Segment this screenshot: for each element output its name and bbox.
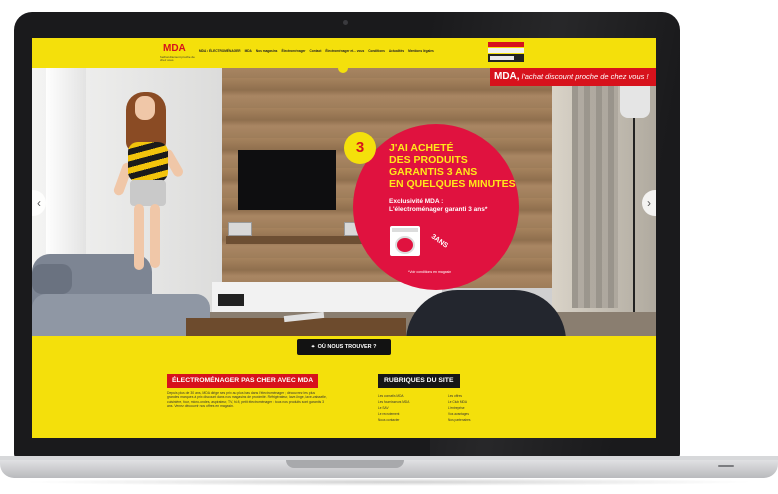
hero-photo-curtain-right [572,68,618,308]
girl-leg [150,204,160,268]
mda-logo[interactable]: MDA [163,42,193,56]
girl-skirt [130,180,166,206]
site-section-link[interactable]: Le SAV [378,406,448,410]
site-sections-links: Les conseils MDA Les offres Les fourniss… [378,394,518,422]
slogan-text: l'achat discount proche de chez vous ! [519,72,649,81]
logo-tagline: l'achat discount proche de chez vous [160,55,195,62]
tv [238,150,336,210]
tv-console [212,282,442,312]
site-section-link[interactable]: Nous contacter [378,418,448,422]
main-nav: MDA • ÉLECTROMÉNAGER MDA Nos magasins Él… [199,49,434,53]
girl-leg [134,204,144,270]
section-body-text: Depuis plus de 30 ans, MDA dirige ses pr… [167,391,327,409]
store-link[interactable] [488,48,524,53]
sofa-seat [32,294,210,336]
nav-item[interactable]: Conditions [368,49,385,53]
tv-shelf [226,236,366,244]
nav-item[interactable]: Électroménager [281,49,305,53]
washing-machine-door [395,236,415,254]
promo-number: 3 [344,132,376,164]
header-account-widget[interactable] [488,42,524,64]
hero-photo-curtain [46,68,86,268]
speaker [228,222,252,236]
nav-item[interactable]: MDA • ÉLECTROMÉNAGER [199,49,241,53]
site-section-link[interactable]: Les conseils MDA [378,394,448,398]
slogan-brand: MDA, [494,71,520,82]
nav-item[interactable]: Électroménager et... vous [325,49,364,53]
slogan-banner: MDA, l'achat discount proche de chez vou… [490,68,656,86]
hero-slider: ‹ › [32,68,656,336]
section-heading-appliances: ÉLECTROMÉNAGER PAS CHER AVEC MDA [167,374,319,388]
find-store-button[interactable]: ⌖ OÙ NOUS TROUVER ? [297,339,391,355]
map-pin-icon: ⌖ [311,344,315,350]
account-link[interactable] [488,42,524,47]
search-box[interactable] [488,54,524,62]
find-store-label: OÙ NOUS TROUVER ? [317,344,377,350]
base-slot [718,465,734,467]
nav-item[interactable]: MDA [245,49,252,53]
site-section-link[interactable]: Les offres [448,394,518,398]
site-section-link[interactable]: L'entreprise [448,406,518,410]
site-section-link[interactable]: Les fournisseurs MDA [378,400,448,404]
website-screen: MDA l'achat discount proche de chez vous… [32,38,656,438]
section-heading-site-sections: RUBRIQUES DU SITE [378,374,460,388]
nav-item[interactable]: Nos magasins [256,49,278,53]
girl-sweater [128,142,168,182]
console-compartment [218,294,244,306]
lamp-pole [633,118,635,318]
site-header: MDA l'achat discount proche de chez vous… [32,38,656,68]
girl-face [135,96,155,120]
nav-item[interactable]: Actualités [389,49,404,53]
site-section-link[interactable]: Le Club MDA [448,400,518,404]
beanbag [406,290,566,336]
sofa-pillow [32,264,72,294]
washing-machine-panel [392,228,418,232]
lid-notch [286,460,404,468]
site-section-link[interactable]: Le recrutement [378,412,448,416]
site-section-link[interactable]: Nos partenaires [448,418,518,422]
promo-subtitle: Exclusivité MDA : L'électroménager garan… [389,198,488,213]
laptop-mockup: MDA l'achat discount proche de chez vous… [0,0,778,494]
nav-item[interactable]: Contact [310,49,322,53]
promo-footnote: *Voir conditions en magasin [408,270,452,274]
webcam-icon [343,20,348,25]
base-shadow [20,478,758,486]
site-section-link[interactable]: Vos avantages [448,412,518,416]
promo-title: J'AI ACHETÉ DES PRODUITS GARANTIS 3 ANS … [389,142,516,190]
nav-item[interactable]: Mentions légales [408,49,434,53]
